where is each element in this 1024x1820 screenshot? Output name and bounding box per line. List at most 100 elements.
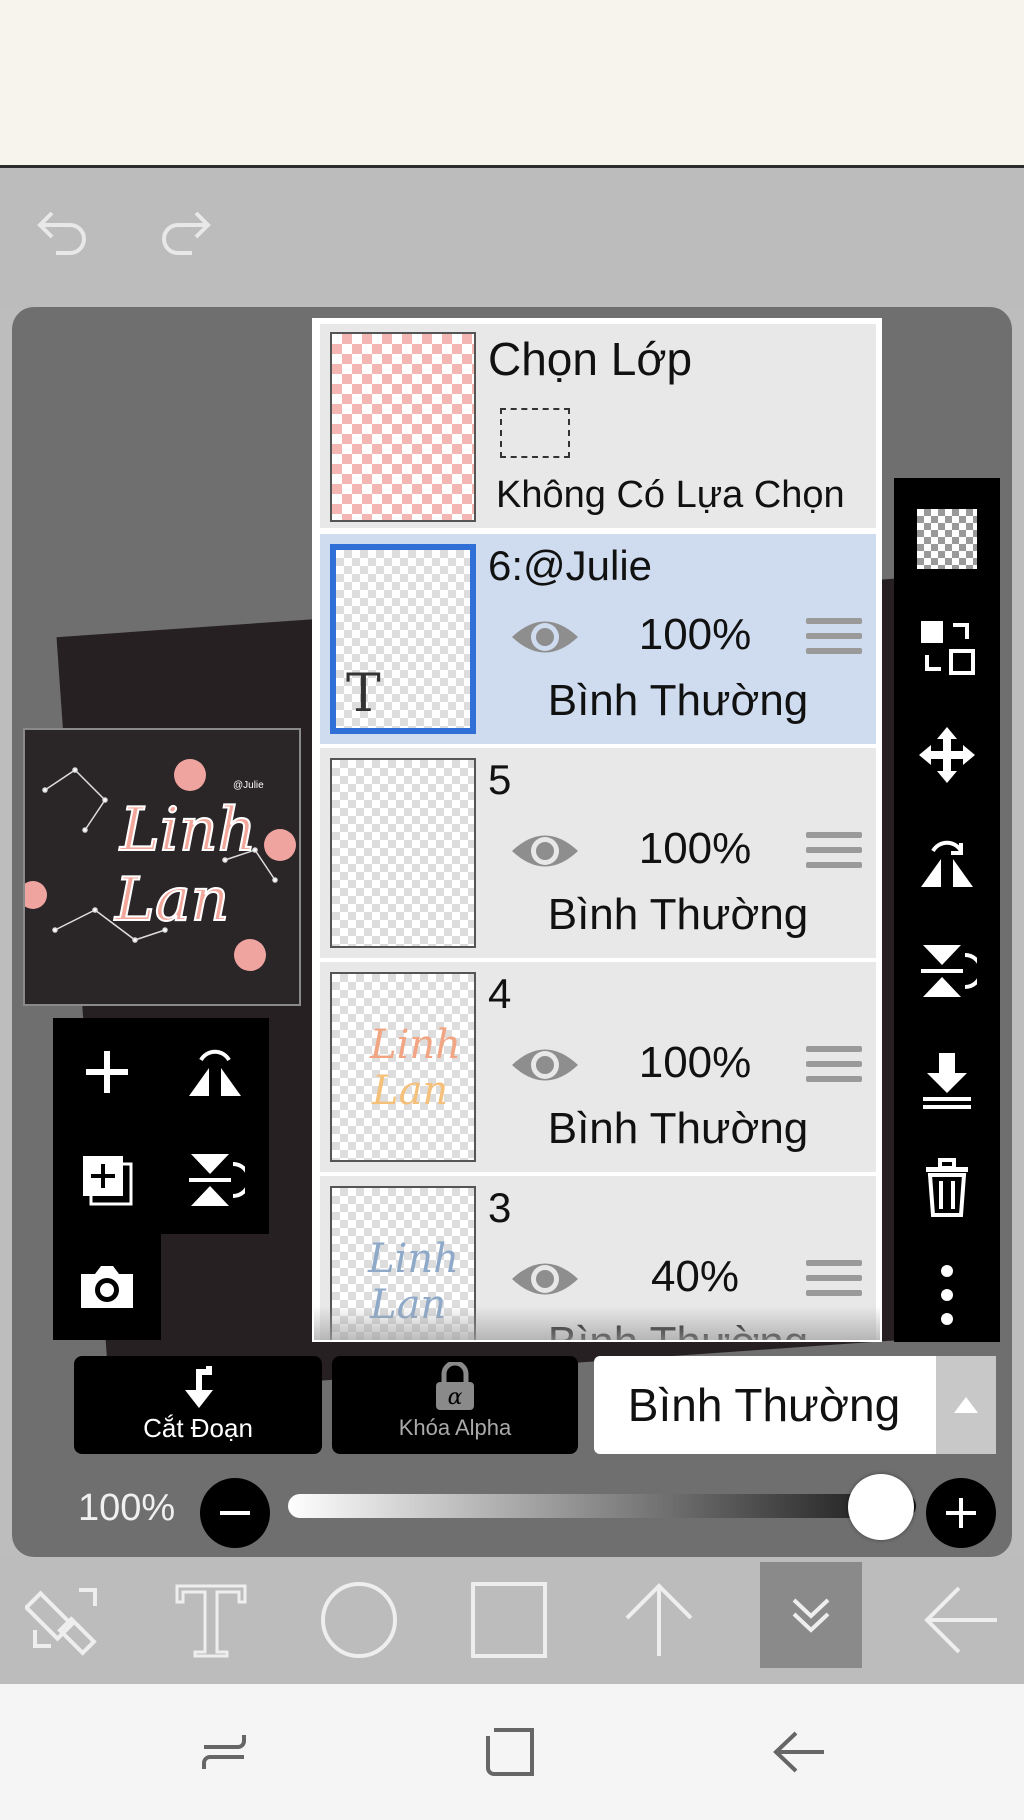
layer-name: 4 bbox=[488, 970, 512, 1017]
app-top-strip bbox=[0, 0, 1024, 168]
circle-icon bbox=[321, 1582, 397, 1658]
text-tool-button[interactable] bbox=[156, 1570, 266, 1670]
preview-art: Linh Lan @Julie bbox=[25, 759, 296, 971]
clipping-arrow-icon bbox=[185, 1366, 213, 1408]
blend-mode-value: Bình Thường bbox=[627, 1379, 901, 1431]
layer-panel: Chọn Lớp Không Có Lựa Chọn T 6:@Julie 10… bbox=[312, 318, 882, 1342]
collapse-panel-button[interactable] bbox=[760, 1562, 862, 1668]
alpha-lock-button[interactable]: α Khóa Alpha bbox=[332, 1356, 578, 1454]
clipping-label: Cắt Đoạn bbox=[143, 1413, 253, 1443]
plus-icon bbox=[946, 1498, 976, 1528]
minus-icon bbox=[220, 1511, 250, 1515]
layer-name: 6:@Julie bbox=[488, 542, 653, 589]
import-photo-button[interactable] bbox=[53, 1234, 161, 1340]
delete-layer-button[interactable] bbox=[894, 1142, 1000, 1232]
blend-mode-select[interactable]: Bình Thường bbox=[594, 1356, 996, 1454]
layer-blend-mode: Bình Thường bbox=[547, 890, 809, 939]
drag-handle-icon[interactable] bbox=[806, 1046, 862, 1090]
back-button[interactable] bbox=[906, 1570, 1016, 1670]
layer-row[interactable]: 5 100% Bình Thường bbox=[320, 748, 876, 958]
blend-dropdown-toggle[interactable] bbox=[936, 1356, 996, 1454]
selection-title: Chọn Lớp bbox=[488, 333, 693, 385]
system-back-button[interactable] bbox=[758, 1712, 838, 1792]
transform-icon bbox=[25, 1588, 97, 1656]
thumb-text-1: Linh bbox=[367, 1236, 459, 1282]
add-copy-icon bbox=[83, 1156, 133, 1206]
opacity-decrease-button[interactable] bbox=[200, 1478, 270, 1548]
move-icon bbox=[919, 727, 975, 783]
drag-handle-icon[interactable] bbox=[806, 618, 862, 662]
layer-name: 5 bbox=[488, 756, 512, 803]
text-icon bbox=[175, 1584, 247, 1658]
clipping-button[interactable]: Cắt Đoạn bbox=[74, 1356, 322, 1454]
flip-vertical-button[interactable] bbox=[894, 926, 1000, 1016]
flip-v-icon bbox=[189, 1154, 245, 1206]
layer-name: 3 bbox=[488, 1184, 512, 1231]
flip-h-icon bbox=[921, 840, 973, 887]
home-button[interactable] bbox=[470, 1712, 550, 1792]
opacity-increase-button[interactable] bbox=[926, 1478, 996, 1548]
flip-vertical-button[interactable] bbox=[161, 1126, 269, 1234]
eye-icon[interactable] bbox=[508, 1040, 582, 1090]
recent-apps-button[interactable] bbox=[184, 1712, 264, 1792]
merge-down-icon bbox=[923, 1053, 971, 1109]
flip-horizontal-button[interactable] bbox=[894, 818, 1000, 908]
home-icon bbox=[486, 1728, 534, 1776]
drag-handle-icon[interactable] bbox=[806, 1260, 862, 1304]
layer-blend-mode: Bình Thường bbox=[547, 1104, 809, 1153]
panel-scroll-fade bbox=[314, 1306, 880, 1340]
opacity-slider-thumb[interactable] bbox=[848, 1474, 914, 1540]
collapse-icon bbox=[792, 1598, 830, 1633]
undo-button[interactable] bbox=[22, 190, 102, 270]
canvas-preview[interactable]: Linh Lan @Julie bbox=[23, 728, 301, 1006]
flip-h-icon bbox=[189, 1049, 241, 1096]
eye-icon[interactable] bbox=[508, 612, 582, 662]
text-layer-icon: T bbox=[346, 664, 381, 724]
layer-tools-column bbox=[894, 478, 1000, 1342]
redo-button[interactable] bbox=[146, 190, 226, 270]
preview-text-2: Lan bbox=[114, 865, 229, 935]
thumb-text-1: Linh bbox=[369, 1022, 461, 1068]
layer-opacity: 40% bbox=[650, 1252, 740, 1301]
square-icon bbox=[471, 1582, 547, 1658]
layer-row[interactable]: T 6:@Julie 100% Bình Thường bbox=[320, 534, 876, 744]
more-button[interactable] bbox=[894, 1250, 1000, 1340]
more-icon bbox=[941, 1265, 953, 1325]
preview-handle: @Julie bbox=[233, 780, 264, 791]
transparency-button[interactable] bbox=[894, 494, 1000, 584]
chevron-up-icon bbox=[954, 1397, 978, 1413]
transform-tool-button[interactable] bbox=[10, 1570, 120, 1670]
preview-text-1: Linh bbox=[119, 795, 256, 865]
eye-icon[interactable] bbox=[508, 1254, 582, 1304]
layer-blend-mode: Bình Thường bbox=[547, 676, 809, 725]
checker-icon bbox=[917, 509, 977, 569]
layer-thumb: Linh Lan bbox=[330, 972, 476, 1162]
selection-layer-row[interactable]: Chọn Lớp Không Có Lựa Chọn bbox=[320, 324, 876, 528]
flip-horizontal-button[interactable] bbox=[161, 1018, 269, 1126]
swap-layer-button[interactable] bbox=[894, 602, 1000, 692]
merge-down-button[interactable] bbox=[894, 1034, 1000, 1124]
layer-row[interactable]: Linh Lan 4 100% Bình Thường bbox=[320, 962, 876, 1172]
redo-icon bbox=[162, 211, 211, 255]
arrow-up-button[interactable] bbox=[604, 1570, 714, 1670]
svg-text:α: α bbox=[448, 1385, 463, 1410]
back-icon bbox=[773, 1731, 824, 1773]
alpha-lock-label: Khóa Alpha bbox=[398, 1415, 512, 1440]
layer-thumb bbox=[330, 758, 476, 948]
move-button[interactable] bbox=[894, 710, 1000, 800]
rectangle-tool-button[interactable] bbox=[454, 1570, 564, 1670]
add-layer-button[interactable] bbox=[53, 1018, 161, 1126]
duplicate-layer-button[interactable] bbox=[53, 1126, 161, 1234]
arrow-up-icon bbox=[625, 1583, 693, 1656]
layer-opacity: 100% bbox=[638, 824, 752, 873]
eye-icon[interactable] bbox=[508, 826, 582, 876]
ellipse-tool-button[interactable] bbox=[304, 1570, 414, 1670]
flip-v-icon bbox=[921, 945, 977, 997]
layer-opacity: 100% bbox=[638, 1038, 752, 1087]
opacity-label: 100% bbox=[78, 1487, 176, 1529]
drag-handle-icon[interactable] bbox=[806, 832, 862, 876]
selection-marquee-icon bbox=[500, 408, 570, 458]
opacity-slider-track[interactable] bbox=[288, 1494, 916, 1518]
camera-icon bbox=[81, 1266, 133, 1308]
recent-apps-icon bbox=[202, 1735, 246, 1769]
